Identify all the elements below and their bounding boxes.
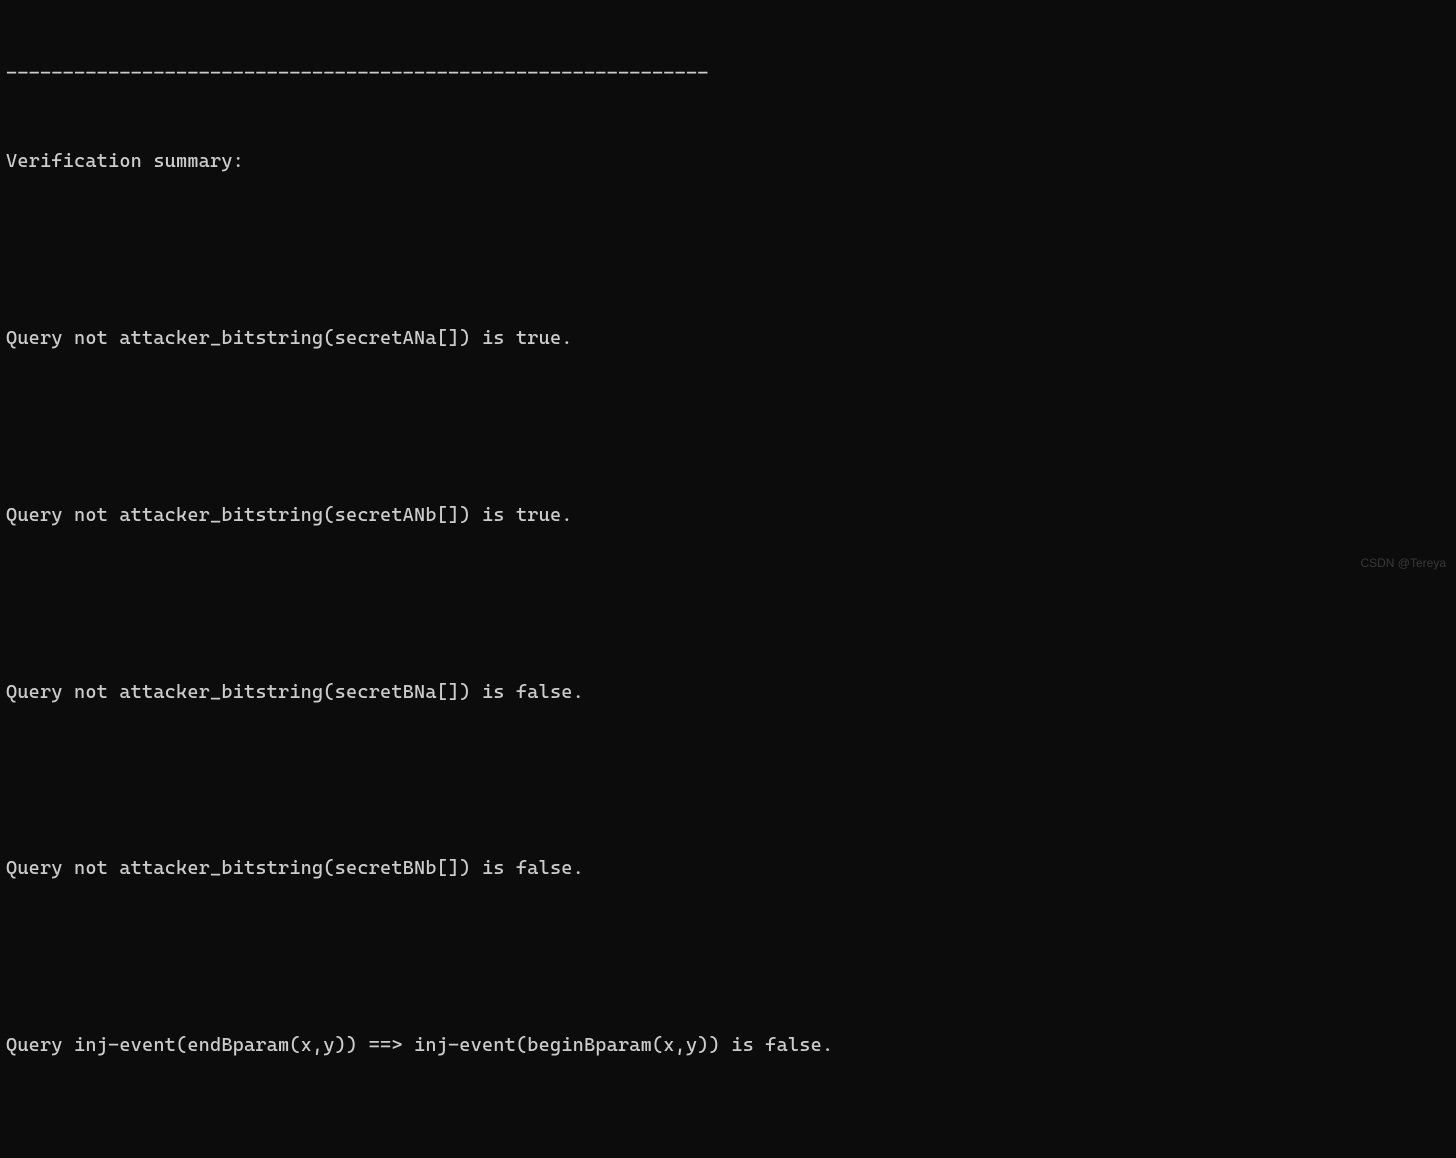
watermark-text: CSDN @Tereya [1360,554,1446,573]
blank-line [6,589,1450,619]
blank-line [6,1119,1450,1149]
blank-line [6,412,1450,442]
separator-line: ----------------------------------------… [6,59,1450,89]
query-result-line: Query not attacker_bitstring(secretBNa[]… [6,678,1450,708]
blank-line [6,236,1450,266]
query-result-line: Query inj-event(endBparam(x,y)) ==> inj-… [6,1031,1450,1061]
blank-line [6,766,1450,796]
blank-line [6,943,1450,973]
terminal-output: ----------------------------------------… [6,0,1450,1158]
query-result-line: Query not attacker_bitstring(secretANa[]… [6,324,1450,354]
query-result-line: Query not attacker_bitstring(secretBNb[]… [6,854,1450,884]
query-result-line: Query not attacker_bitstring(secretANb[]… [6,501,1450,531]
verification-heading: Verification summary: [6,147,1450,177]
